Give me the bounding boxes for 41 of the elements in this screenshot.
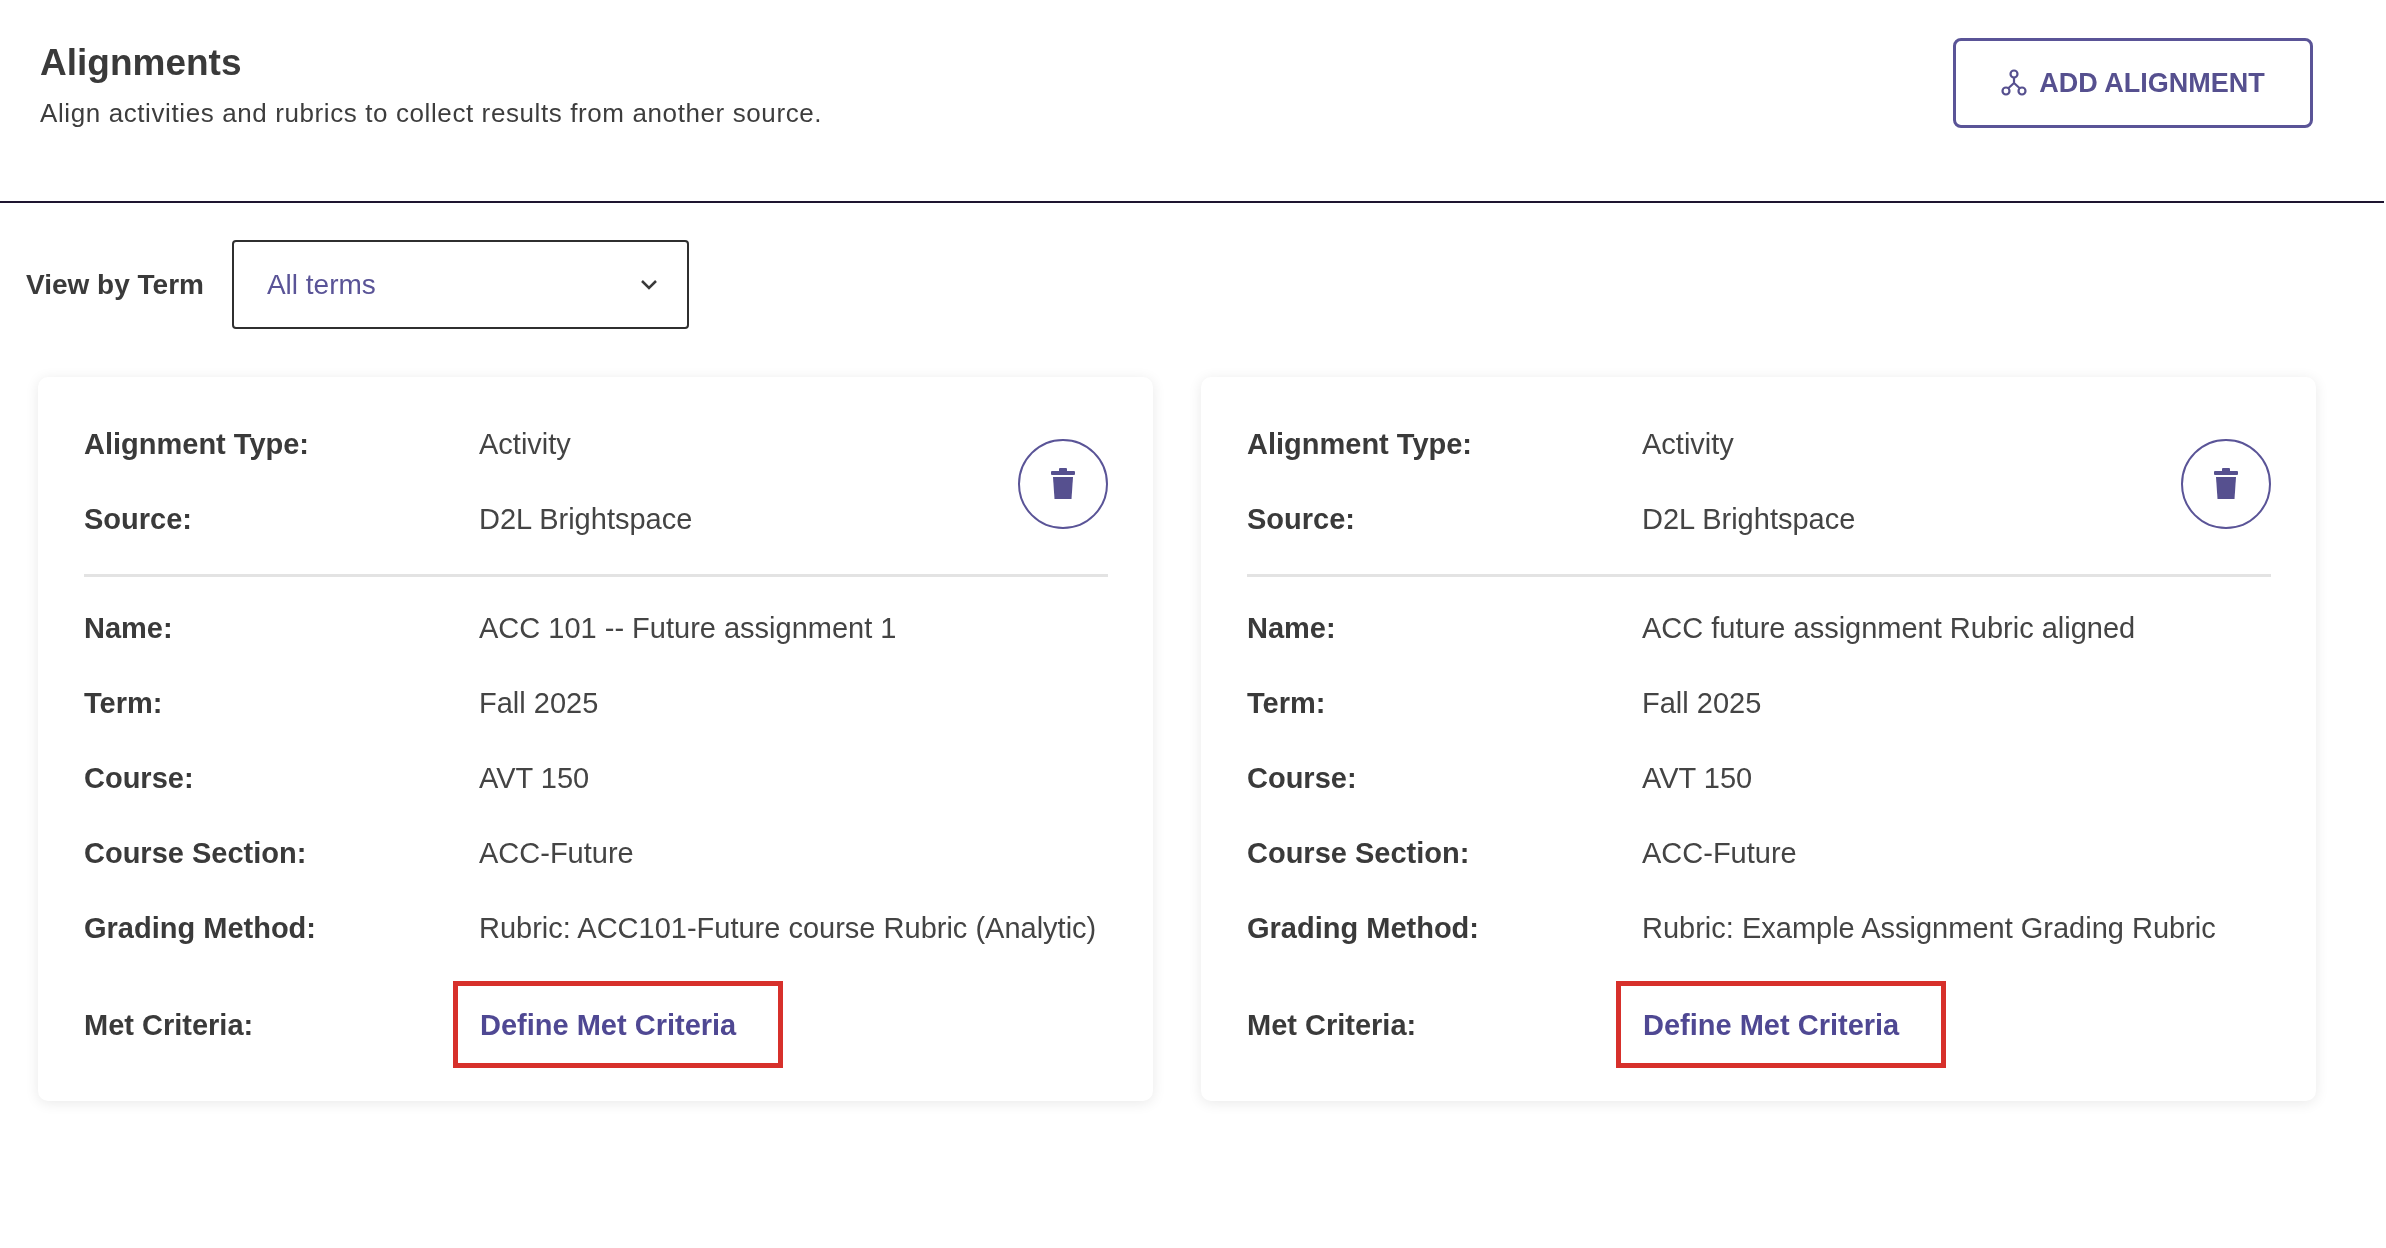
field-label: Source: <box>84 502 193 537</box>
field-value: ACC future assignment Rubric aligned <box>1642 611 2137 646</box>
field-label: Alignment Type: <box>84 427 311 462</box>
chevron-down-icon <box>638 278 659 291</box>
field-label: Grading Method: <box>84 911 317 946</box>
filter-label: View by Term <box>26 268 204 301</box>
field-value: AVT 150 <box>479 761 591 796</box>
field-value: Rubric: Example Assignment Grading Rubric <box>1642 911 2217 946</box>
page-subtitle: Align activities and rubrics to collect results from another source. <box>40 98 823 129</box>
field-value: Activity <box>1642 427 1735 462</box>
field-value: Fall 2025 <box>1642 686 1763 721</box>
field-label: Term: <box>1247 686 1327 721</box>
field-value: D2L Brightspace <box>1642 502 1857 537</box>
term-dropdown[interactable]: All terms <box>231 240 689 329</box>
field-value: ACC-Future <box>479 836 635 871</box>
field-label: Name: <box>84 611 174 646</box>
field-label: Course Section: <box>1247 836 1471 871</box>
define-criteria-link[interactable]: Define Met Criteria <box>480 1002 737 1047</box>
field-value: Fall 2025 <box>479 686 600 721</box>
field-label: Term: <box>84 686 164 721</box>
page-title: Alignments <box>40 42 243 84</box>
field-label: Grading Method: <box>1247 911 1480 946</box>
define-criteria-link[interactable]: Define Met Criteria <box>1643 1002 1900 1047</box>
field-label: Course: <box>84 761 195 796</box>
field-value: D2L Brightspace <box>479 502 694 537</box>
trash-icon <box>2214 468 2238 500</box>
field-label: Alignment Type: <box>1247 427 1474 462</box>
field-label: Name: <box>1247 611 1337 646</box>
trash-icon <box>1051 468 1075 500</box>
field-label: Met Criteria: <box>1247 1007 1418 1043</box>
field-label: Course Section: <box>84 836 308 871</box>
field-label: Course: <box>1247 761 1358 796</box>
field-label: Met Criteria: <box>84 1007 255 1043</box>
field-value: AVT 150 <box>1642 761 1754 796</box>
nodes-icon <box>2001 69 2028 97</box>
field-value: Activity <box>479 427 572 462</box>
field-value: ACC-Future <box>1642 836 1798 871</box>
field-value: Rubric: ACC101-Future course Rubric (Analytic) <box>479 911 1098 946</box>
field-label: Source: <box>1247 502 1356 537</box>
field-value: ACC 101 -- Future assignment 1 <box>479 611 898 646</box>
add-alignment-button[interactable]: ADD ALIGNMENT <box>1953 38 2313 128</box>
